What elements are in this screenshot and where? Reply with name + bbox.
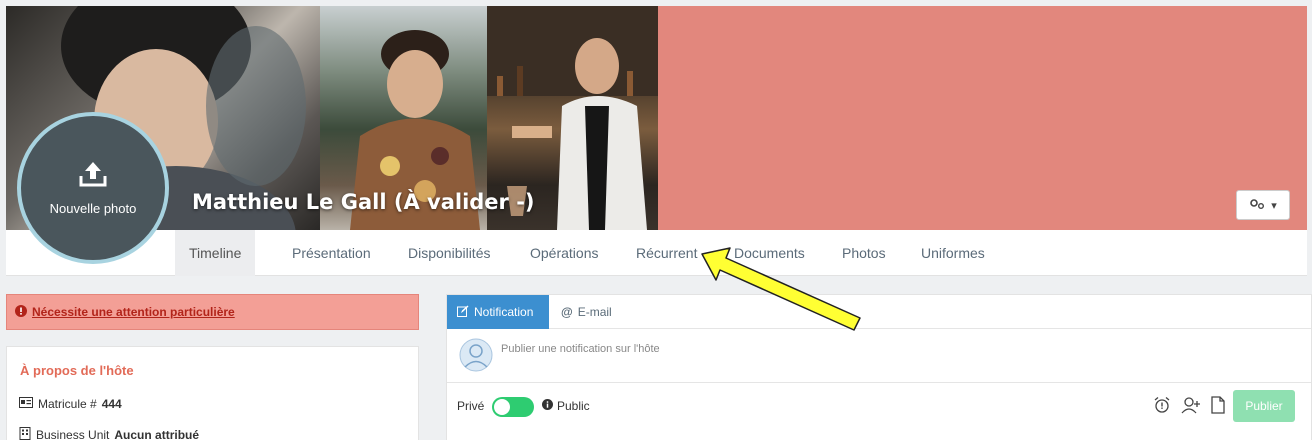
upload-icon <box>78 160 108 193</box>
tab-notification[interactable]: Notification <box>447 295 549 329</box>
exclamation-circle-icon <box>15 304 27 320</box>
tab-timeline[interactable]: Timeline <box>175 230 256 276</box>
business-unit-label: Business Unit <box>36 428 110 440</box>
notification-composer[interactable]: Publier une notification sur l'hôte <box>447 329 1311 383</box>
about-card: À propos de l'hôte Matricule # 444 Busin… <box>6 346 419 440</box>
tab-operations[interactable]: Opérations <box>530 230 598 276</box>
building-icon <box>19 427 31 440</box>
private-label: Privé <box>457 399 485 413</box>
tab-presentation[interactable]: Présentation <box>292 230 371 276</box>
info-circle-icon <box>542 399 553 413</box>
settings-dropdown-button[interactable]: ▾ <box>1236 190 1290 220</box>
user-avatar-icon <box>459 338 493 377</box>
avatar-upload[interactable]: Nouvelle photo <box>17 112 169 264</box>
at-icon: @ <box>561 305 573 319</box>
user-plus-icon[interactable] <box>1181 396 1201 419</box>
avatar-label: Nouvelle photo <box>49 201 137 216</box>
tab-email[interactable]: @ E-mail <box>561 295 612 329</box>
yellow-arrow-annotation <box>701 247 861 331</box>
edit-icon <box>457 305 469 320</box>
notification-panel: Notification @ E-mail Publier une notifi… <box>446 294 1312 440</box>
public-label-group: Public <box>542 399 590 413</box>
tab-email-label: E-mail <box>577 305 612 319</box>
tab-recurrent[interactable]: Récurrent <box>636 230 697 276</box>
tab-uniformes[interactable]: Uniformes <box>921 230 985 276</box>
tab-notification-label: Notification <box>474 305 534 319</box>
publish-button[interactable]: Publier <box>1233 390 1295 422</box>
caret-down-icon: ▾ <box>1271 199 1277 212</box>
tab-disponibilites[interactable]: Disponibilités <box>408 230 490 276</box>
notification-actions <box>1153 396 1225 419</box>
matricule-row: Matricule # 444 <box>19 397 122 411</box>
id-card-icon <box>19 397 33 411</box>
notification-tabs: Notification @ E-mail <box>447 295 1311 329</box>
alert-text[interactable]: Nécessite une attention particulière <box>32 305 235 319</box>
gears-icon <box>1249 198 1265 213</box>
public-label: Public <box>557 399 590 413</box>
matricule-value: 444 <box>101 397 122 411</box>
profile-name: Matthieu Le Gall (À valider -) <box>192 190 535 214</box>
business-unit-value: Aucun attribué <box>114 428 200 440</box>
cover-banner: Matthieu Le Gall (À valider -) ▾ <box>6 6 1307 230</box>
business-unit-row: Business Unit Aucun attribué <box>19 427 199 440</box>
attention-alert[interactable]: Nécessite une attention particulière <box>6 294 419 330</box>
file-icon[interactable] <box>1211 396 1225 419</box>
profile-page: Matthieu Le Gall (À valider -) ▾ Nouvell… <box>0 0 1312 440</box>
notification-placeholder: Publier une notification sur l'hôte <box>501 343 660 355</box>
matricule-label: Matricule # <box>38 397 97 411</box>
toggle-knob <box>494 399 510 415</box>
about-title: À propos de l'hôte <box>20 363 134 378</box>
profile-tabs: Timeline Présentation Disponibilités Opé… <box>6 230 1307 276</box>
notification-footer: Privé Public Publier <box>447 383 1311 433</box>
alarm-clock-icon[interactable] <box>1153 396 1171 419</box>
visibility-toggle[interactable] <box>492 397 534 417</box>
